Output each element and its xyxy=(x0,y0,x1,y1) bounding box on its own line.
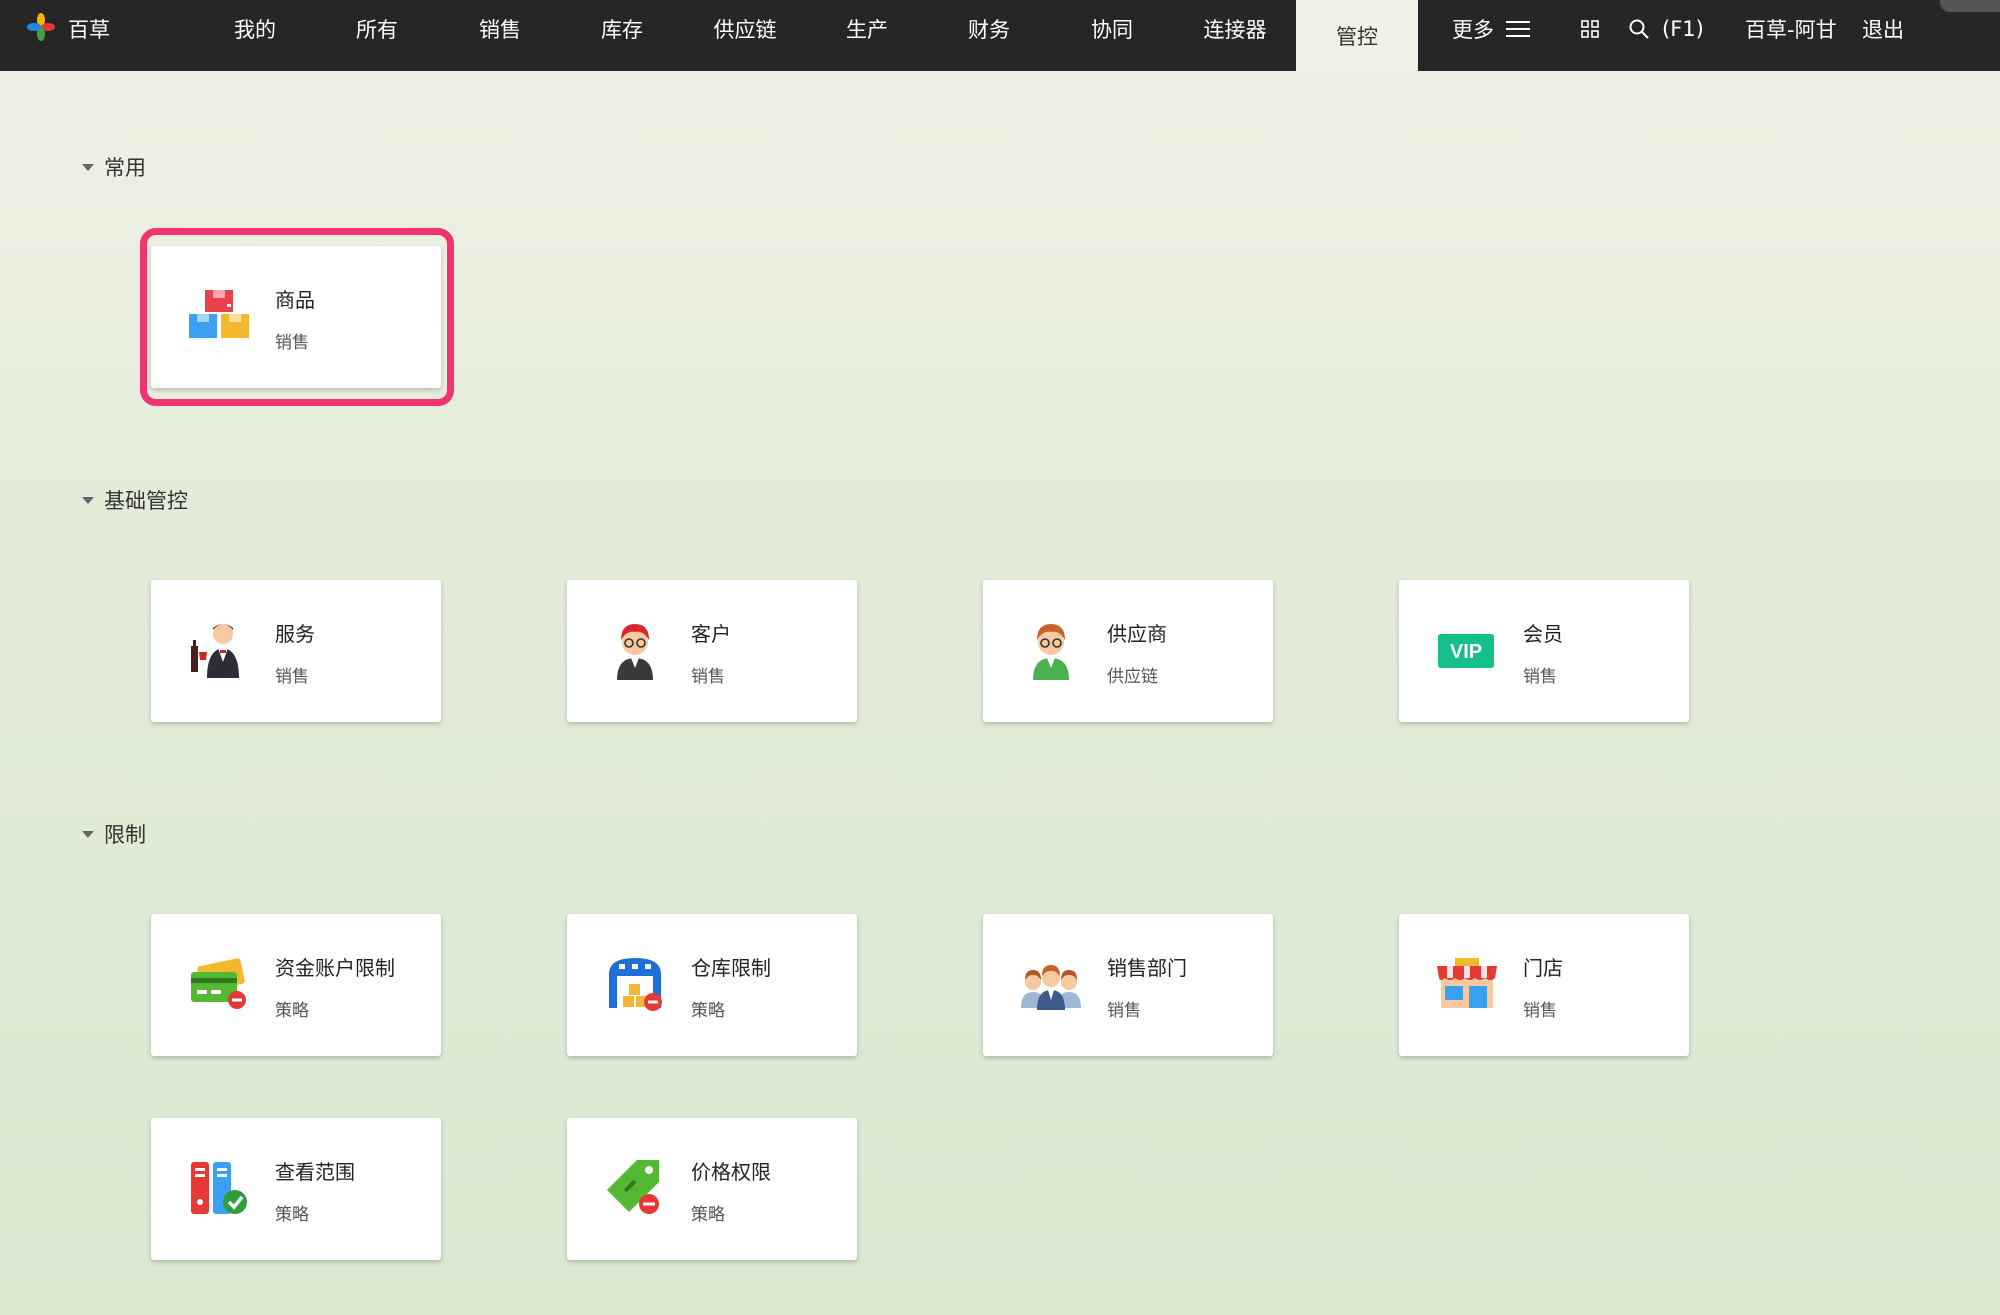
vip-badge-text: VIP xyxy=(1450,641,1482,663)
nav-tab-all[interactable]: 所有 xyxy=(356,0,398,58)
card-price-permission[interactable]: 价格权限 策略 xyxy=(567,1118,857,1260)
card-title: 资金账户限制 xyxy=(275,956,395,980)
card-service[interactable]: 服务 销售 xyxy=(151,580,441,722)
card-subtitle: 策略 xyxy=(275,1001,309,1021)
card-title: 客户 xyxy=(691,622,731,646)
card-subtitle: 销售 xyxy=(275,333,309,353)
card-store[interactable]: 门店 销售 xyxy=(1399,914,1689,1056)
logout-link[interactable]: 退出 xyxy=(1862,0,1904,58)
card-subtitle: 销售 xyxy=(275,667,309,687)
card-title: 仓库限制 xyxy=(691,956,771,980)
caret-down-icon xyxy=(82,163,94,171)
nav-tab-mine[interactable]: 我的 xyxy=(234,0,276,58)
app-grid-button[interactable] xyxy=(1580,0,1600,58)
user-menu[interactable]: 百草-阿甘 xyxy=(1745,0,1837,58)
card-member[interactable]: VIP 会员 销售 xyxy=(1399,580,1689,722)
nav-tab-supply-chain[interactable]: 供应链 xyxy=(714,0,777,58)
waiter-icon xyxy=(187,618,251,682)
card-title: 查看范围 xyxy=(275,1160,355,1184)
files-check-icon xyxy=(187,1156,251,1220)
customer-avatar-icon xyxy=(603,618,667,682)
nav-tab-finance[interactable]: 财务 xyxy=(968,0,1010,58)
store-icon xyxy=(1435,952,1499,1016)
card-fund-account-limit[interactable]: 资金账户限制 策略 xyxy=(151,914,441,1056)
caret-down-icon xyxy=(82,830,94,838)
card-subtitle: 销售 xyxy=(1523,1001,1557,1021)
search-icon xyxy=(1628,18,1650,40)
section-header-restrictions[interactable]: 限制 xyxy=(82,819,146,849)
vip-badge-icon: VIP xyxy=(1435,618,1499,682)
section-title: 基础管控 xyxy=(104,489,188,513)
section-header-basic-control[interactable]: 基础管控 xyxy=(82,485,188,515)
card-subtitle: 供应链 xyxy=(1107,667,1158,687)
brand-name: 百草 xyxy=(68,18,110,42)
nav-tab-collaboration[interactable]: 协同 xyxy=(1091,0,1133,58)
product-boxes-icon xyxy=(187,284,251,348)
section-title: 常用 xyxy=(104,156,146,180)
hamburger-icon xyxy=(1506,19,1530,39)
card-view-scope[interactable]: 查看范围 策略 xyxy=(151,1118,441,1260)
more-menu-button[interactable]: 更多 xyxy=(1452,0,1530,58)
logo-icon xyxy=(26,12,56,47)
card-subtitle: 销售 xyxy=(1523,667,1557,687)
nav-tab-connector[interactable]: 连接器 xyxy=(1204,0,1267,58)
team-icon xyxy=(1019,952,1083,1016)
supplier-avatar-icon xyxy=(1019,618,1083,682)
more-label: 更多 xyxy=(1452,18,1494,42)
card-title: 门店 xyxy=(1523,956,1563,980)
card-customer[interactable]: 客户 销售 xyxy=(567,580,857,722)
card-subtitle: 策略 xyxy=(275,1205,309,1225)
grid-icon xyxy=(1580,19,1600,39)
card-product[interactable]: 商品 销售 xyxy=(151,246,441,388)
brand[interactable]: 百草 xyxy=(26,0,110,58)
card-restrict-icon xyxy=(187,952,251,1016)
card-title: 会员 xyxy=(1523,622,1563,646)
nav-tab-control[interactable]: 管控 xyxy=(1296,0,1418,71)
nav-tab-inventory[interactable]: 库存 xyxy=(601,0,643,58)
card-sales-department[interactable]: 销售部门 销售 xyxy=(983,914,1273,1056)
card-subtitle: 销售 xyxy=(691,667,725,687)
card-supplier[interactable]: 供应商 供应链 xyxy=(983,580,1273,722)
search-shortcut: (F1) xyxy=(1662,17,1704,41)
card-title: 价格权限 xyxy=(691,1160,771,1184)
card-subtitle: 策略 xyxy=(691,1001,725,1021)
price-tag-restrict-icon xyxy=(603,1156,667,1220)
search-button[interactable]: (F1) xyxy=(1628,0,1704,58)
section-title: 限制 xyxy=(104,823,146,847)
card-title: 服务 xyxy=(275,622,315,646)
card-warehouse-limit[interactable]: 仓库限制 策略 xyxy=(567,914,857,1056)
section-header-common[interactable]: 常用 xyxy=(82,152,146,182)
nav-tab-sales[interactable]: 销售 xyxy=(479,0,521,58)
card-title: 商品 xyxy=(275,288,315,312)
card-subtitle: 策略 xyxy=(691,1205,725,1225)
card-title: 销售部门 xyxy=(1107,956,1187,980)
caret-down-icon xyxy=(82,496,94,504)
warehouse-restrict-icon xyxy=(603,952,667,1016)
card-subtitle: 销售 xyxy=(1107,1001,1141,1021)
nav-tab-production[interactable]: 生产 xyxy=(846,0,888,58)
top-nav-bar: 百草 我的 所有 销售 库存 供应链 生产 财务 协同 连接器 管控 更多 (F… xyxy=(0,0,2000,71)
card-title: 供应商 xyxy=(1107,622,1167,646)
corner-tab[interactable] xyxy=(1940,0,2000,12)
